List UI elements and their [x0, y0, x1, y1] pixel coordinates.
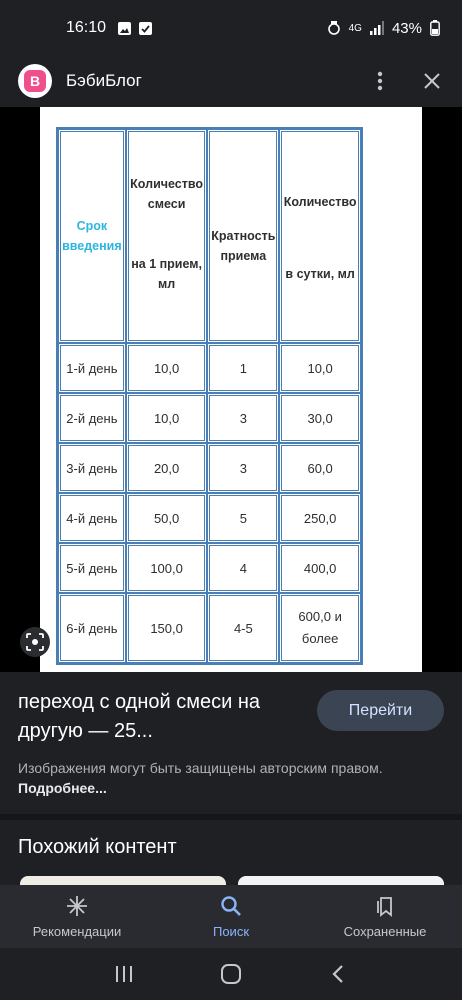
copyright-notice: Изображения могут быть защищены авторски… — [18, 758, 438, 798]
network-type: 4G — [348, 22, 362, 34]
app-header: B БэбиБлог — [0, 56, 462, 106]
nav-label: Рекомендации — [32, 924, 122, 939]
sparkle-icon — [67, 896, 87, 916]
table-header-row: Срок введения Количество смеси на 1 прие… — [58, 129, 361, 343]
cell-day: 6-й день — [58, 593, 126, 663]
cell-amount: 20,0 — [125, 443, 208, 493]
back-icon[interactable] — [326, 962, 350, 986]
feeding-table: Срок введения Количество смеси на 1 прие… — [56, 127, 363, 665]
cell-daily: 600,0 и более — [279, 593, 361, 663]
battery-percent: 43% — [391, 19, 422, 37]
header-daily: Количество в сутки, мл — [279, 129, 361, 343]
header-frequency: Кратность приема — [207, 129, 280, 343]
signal-icon — [369, 21, 384, 35]
header-term: Срок введения — [58, 129, 126, 343]
header-amount: Количество смеси на 1 прием, мл — [125, 129, 208, 343]
cell-frequency: 3 — [207, 393, 280, 443]
gallery-icon — [118, 21, 132, 35]
cell-day: 3-й день — [58, 443, 126, 493]
status-time: 16:10 — [66, 19, 107, 36]
cell-daily: 30,0 — [279, 393, 361, 443]
nav-search[interactable]: Поиск — [154, 885, 308, 948]
table-row: 5-й день 100,0 4 400,0 — [58, 543, 361, 593]
nav-recommendations[interactable]: Рекомендации — [0, 885, 154, 948]
checkbox-icon — [139, 21, 153, 35]
home-icon[interactable] — [219, 962, 243, 986]
cell-amount: 100,0 — [125, 543, 208, 593]
similar-content-title: Похожий контент — [18, 836, 177, 858]
image-preview[interactable]: Срок введения Количество смеси на 1 прие… — [0, 107, 462, 672]
table-row: 1-й день 10,0 1 10,0 — [58, 343, 361, 393]
cell-amount: 150,0 — [125, 593, 208, 663]
cell-frequency: 4-5 — [207, 593, 280, 663]
cell-frequency: 4 — [207, 543, 280, 593]
lens-button[interactable] — [20, 627, 50, 657]
cell-amount: 10,0 — [125, 393, 208, 443]
app-title: БэбиБлог — [66, 71, 142, 90]
more-link[interactable]: Подробнее... — [18, 780, 107, 796]
app-logo: B — [18, 64, 52, 98]
cell-frequency: 1 — [207, 343, 280, 393]
close-icon[interactable] — [420, 69, 444, 93]
cell-daily: 400,0 — [279, 543, 361, 593]
table-row: 2-й день 10,0 3 30,0 — [58, 393, 361, 443]
lens-icon — [26, 633, 44, 651]
go-button[interactable]: Перейти — [317, 690, 444, 731]
system-nav — [0, 948, 462, 1000]
battery-icon — [430, 20, 440, 36]
nav-saved[interactable]: Сохраненные — [308, 885, 462, 948]
logo-letter: B — [24, 70, 46, 92]
cell-frequency: 5 — [207, 493, 280, 543]
nav-label: Поиск — [212, 924, 250, 939]
table-image: Срок введения Количество смеси на 1 прие… — [40, 107, 422, 672]
cell-daily: 250,0 — [279, 493, 361, 543]
cell-frequency: 3 — [207, 443, 280, 493]
nav-label: Сохраненные — [343, 924, 427, 939]
cell-day: 2-й день — [58, 393, 126, 443]
cell-day: 5-й день — [58, 543, 126, 593]
bottom-nav: Рекомендации Поиск Сохраненные — [0, 885, 462, 948]
alarm-icon — [327, 21, 340, 35]
cell-amount: 50,0 — [125, 493, 208, 543]
more-options-icon[interactable] — [368, 69, 392, 93]
cell-amount: 10,0 — [125, 343, 208, 393]
table-row: 4-й день 50,0 5 250,0 — [58, 493, 361, 543]
copyright-text: Изображения могут быть защищены авторски… — [18, 760, 383, 776]
table-row: 3-й день 20,0 3 60,0 — [58, 443, 361, 493]
result-title[interactable]: переход с одной смеси на другую — 25... — [18, 688, 308, 746]
cell-daily: 60,0 — [279, 443, 361, 493]
section-divider — [0, 814, 462, 820]
cell-day: 1-й день — [58, 343, 126, 393]
status-bar: 16:10 4G 43% — [0, 0, 462, 56]
search-icon — [221, 896, 241, 916]
bookmarks-icon — [377, 897, 392, 917]
recent-apps-icon[interactable] — [112, 962, 136, 986]
cell-daily: 10,0 — [279, 343, 361, 393]
table-row: 6-й день 150,0 4-5 600,0 и более — [58, 593, 361, 663]
cell-day: 4-й день — [58, 493, 126, 543]
